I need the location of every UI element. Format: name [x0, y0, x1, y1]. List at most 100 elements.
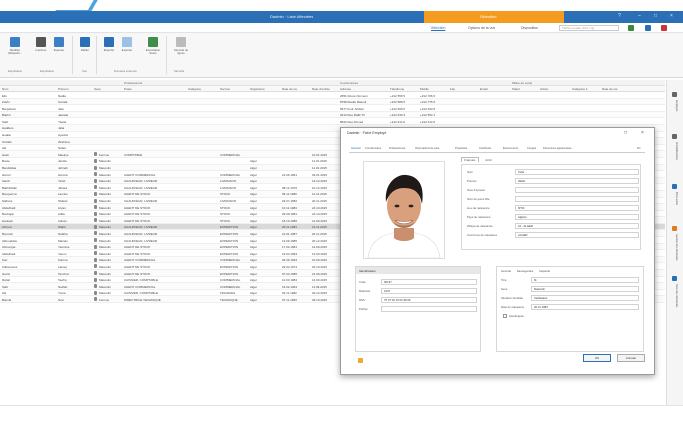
- minimize-icon[interactable]: –: [638, 13, 641, 19]
- table-cell: +212 633 8: [420, 106, 436, 111]
- birth-country-select[interactable]: Algérie: [515, 214, 639, 220]
- excel-export-button[interactable]: Exportation Excel: [144, 37, 162, 55]
- table-cell: Sabi: [2, 284, 9, 289]
- column-header[interactable]: Prénom: [58, 87, 69, 91]
- birth-date-input[interactable]: 20.11.1984: [531, 304, 639, 310]
- column-header[interactable]: Organisme: [250, 87, 265, 91]
- side-tab-employees[interactable]: Employés: [672, 100, 678, 111]
- birth-place-input[interactable]: MTIF: [515, 205, 639, 211]
- menu-layout[interactable]: Disposition: [521, 26, 538, 30]
- birth-commune-select[interactable]: ALGER: [515, 232, 639, 238]
- tab-backups[interactable]: Sauvegardes: [517, 269, 533, 273]
- birth-wilaya-select[interactable]: 16 - ALGER: [515, 223, 639, 229]
- code-input[interactable]: 00137: [381, 279, 477, 285]
- column-header[interactable]: Sexe: [94, 87, 101, 91]
- tab-payroll[interactable]: Informations de paie: [415, 147, 439, 150]
- tab-general-info[interactable]: Général: [501, 269, 511, 273]
- column-header[interactable]: Mobile: [420, 87, 429, 91]
- tab-contacts[interactable]: Coordonnées: [365, 147, 381, 150]
- dialog-minimize-icon[interactable]: □: [624, 130, 627, 136]
- column-header[interactable]: Date de na.: [282, 87, 298, 91]
- column-header[interactable]: Nom: [2, 87, 8, 91]
- column-header[interactable]: Action: [540, 87, 548, 91]
- row-security-button[interactable]: Sécurité de lignes: [172, 37, 190, 55]
- column-header[interactable]: Fax: [450, 87, 455, 91]
- table-row[interactable]: Sadi Yaelia 8843 Rue Ahmed +212 614 0 +212 6…: [0, 118, 665, 125]
- table-cell: 20.11.2015: [312, 231, 327, 236]
- nss-input[interactable]: 75 07 02 15 00 48 06: [381, 297, 477, 303]
- notification-icon[interactable]: [661, 25, 667, 31]
- assets-icon[interactable]: [672, 134, 677, 139]
- tab-more[interactable]: Do: [637, 147, 640, 150]
- column-header[interactable]: Email: [480, 87, 488, 91]
- table-cell: FINANCES: [220, 291, 236, 296]
- tab-certificates[interactable]: Certificats: [479, 147, 491, 150]
- ok-button[interactable]: OK: [583, 354, 611, 362]
- column-header[interactable]: Date de sor.: [602, 87, 618, 91]
- edit-layout-button[interactable]: Modifier (Dispositi...: [6, 37, 24, 55]
- column-header[interactable]: Date d'entrée: [312, 87, 330, 91]
- last-name-input[interactable]: Taha: [515, 169, 639, 175]
- table-row[interactable]: Zoubi Camila 8798 Ruelle Rasoul +212 589 5 +…: [0, 98, 665, 106]
- settings-icon[interactable]: [645, 25, 651, 31]
- help-icon[interactable]: ?: [618, 13, 621, 19]
- prefix-input[interactable]: [381, 306, 477, 312]
- title-select[interactable]: M.: [531, 277, 639, 283]
- table-row[interactable]: Bakhri Jawade 0212 Rue Rafik Th +212 640 3 +…: [0, 111, 665, 119]
- field-birth-commune: Commune de naissance ALGER: [467, 232, 639, 238]
- search-input[interactable]: Tâche ou aide (Ctrl + Q): [559, 25, 619, 31]
- tab-general[interactable]: Général: [351, 147, 361, 150]
- tab-events[interactable]: Événements: [503, 147, 518, 150]
- tab-capacity[interactable]: Capacité: [539, 269, 550, 273]
- handicap-checkbox-row[interactable]: Handicapés: [501, 313, 641, 319]
- cancel-button[interactable]: Annuler: [617, 354, 645, 362]
- family-status-select[interactable]: Célibataire: [531, 295, 639, 301]
- print-button[interactable]: Imprimer: [32, 37, 50, 52]
- menu-selection[interactable]: Sélection: [431, 26, 445, 30]
- contextual-tab-label[interactable]: Sélection: [480, 14, 496, 19]
- close-icon[interactable]: ×: [670, 13, 673, 19]
- table-cell: LIVRAISON: [220, 199, 237, 203]
- menu-view-options[interactable]: Options de la vue: [468, 26, 495, 30]
- side-tab-requests[interactable]: Gestion des demandes: [672, 234, 678, 261]
- requests-icon[interactable]: [672, 226, 677, 231]
- first-name-input[interactable]: Walid: [515, 178, 639, 184]
- column-header[interactable]: Service: [220, 87, 230, 91]
- purchase-icon[interactable]: [672, 184, 677, 189]
- subtab-french[interactable]: Français: [461, 157, 479, 162]
- tab-properties[interactable]: Propriétés: [455, 147, 467, 150]
- tab-leave[interactable]: Congés: [527, 147, 536, 150]
- column-header[interactable]: Téléphone: [390, 87, 404, 91]
- tracking-icon[interactable]: [672, 276, 677, 281]
- table-row[interactable]: Elis Nadia 2651 Route Ommein +212 556 5 +212…: [0, 92, 665, 99]
- side-tab-purchase[interactable]: Bons achat: [672, 192, 678, 205]
- tab-professional[interactable]: Professionnel: [389, 147, 405, 150]
- handicap-checkbox[interactable]: [503, 314, 507, 318]
- export-up-button[interactable]: Exporter: [118, 37, 136, 52]
- tab-related-persons[interactable]: Personnes apparentées: [543, 147, 572, 150]
- column-header[interactable]: Adresse: [340, 87, 351, 91]
- maximize-icon[interactable]: □: [654, 13, 657, 19]
- scroll-button[interactable]: Défiler: [76, 37, 94, 52]
- attachment-icon[interactable]: [358, 358, 363, 363]
- maiden-name-input[interactable]: [515, 196, 639, 202]
- married-name-input[interactable]: [515, 187, 639, 193]
- column-header[interactable]: Catégorie 1: [572, 87, 588, 91]
- side-tab-assets[interactable]: Immobilisations: [672, 142, 678, 160]
- subtab-arabic[interactable]: Ar/Ar: [485, 158, 492, 162]
- export-down-button[interactable]: Exporter: [100, 37, 118, 52]
- user-icon[interactable]: [628, 25, 634, 31]
- table-cell: Lamine: [58, 192, 68, 197]
- export-button[interactable]: Exporter: [50, 37, 68, 52]
- dialog-close-icon[interactable]: ×: [641, 130, 644, 136]
- side-tab-tracking[interactable]: Suivi des demandes: [672, 284, 678, 307]
- column-header[interactable]: Statut: [512, 87, 520, 91]
- column-header[interactable]: Catégorie: [188, 87, 201, 91]
- column-header[interactable]: Poste: [124, 87, 132, 91]
- sex-select[interactable]: Masculin: [531, 286, 639, 292]
- employees-icon[interactable]: [672, 92, 677, 97]
- table-cell: Nabiha: [58, 231, 68, 236]
- table-row[interactable]: Benjellouli Jala 5677 boul. Abdeln +212 600…: [0, 105, 665, 112]
- employee-photo[interactable]: [363, 161, 445, 259]
- matricule-input[interactable]: 0137: [381, 288, 477, 294]
